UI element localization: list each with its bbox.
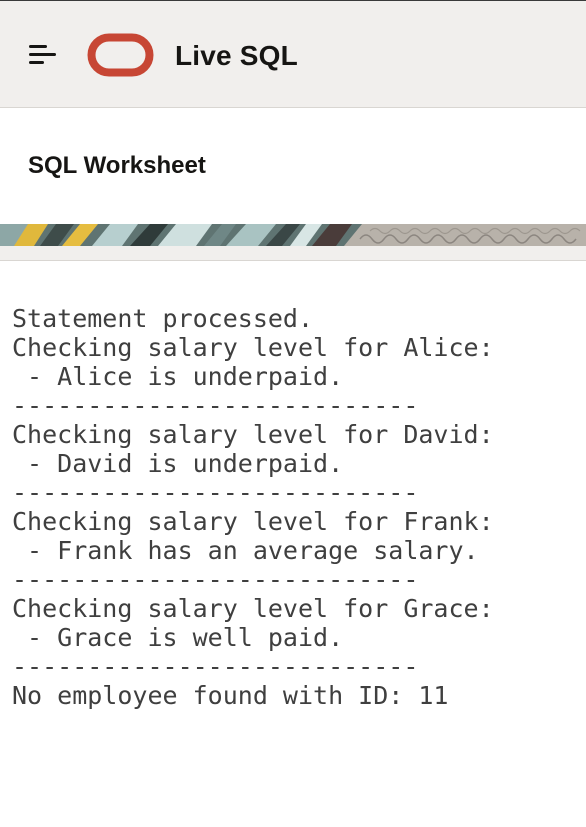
app-header: Live SQL: [0, 1, 586, 108]
output-line: Checking salary level for Frank:: [12, 507, 494, 536]
output-line: Checking salary level for David:: [12, 420, 494, 449]
output-line: Checking salary level for Grace:: [12, 594, 494, 623]
output-line: - Alice is underpaid.: [12, 362, 344, 391]
output-line: - Frank has an average salary.: [12, 536, 479, 565]
output-line: No employee found with ID: 11: [12, 681, 449, 710]
page-title: SQL Worksheet: [28, 152, 206, 179]
output-line: ---------------------------: [12, 652, 419, 681]
menu-icon-bar-middle: [29, 53, 56, 56]
output-line: - David is underpaid.: [12, 449, 344, 478]
output-line: - Grace is well paid.: [12, 623, 344, 652]
panel-separator: [0, 246, 586, 261]
banner-pattern-graphic: [0, 224, 586, 246]
hamburger-menu-icon[interactable]: [22, 35, 66, 75]
output-line: ---------------------------: [12, 478, 419, 507]
oracle-logo-icon[interactable]: [87, 33, 154, 77]
output-text: Statement processed. Checking salary lev…: [12, 304, 494, 710]
app-title: Live SQL: [175, 40, 298, 71]
menu-icon-bar-top: [29, 45, 47, 48]
output-panel: Statement processed. Checking salary lev…: [0, 261, 586, 827]
output-line: ---------------------------: [12, 391, 419, 420]
output-line: Checking salary level for Alice:: [12, 333, 494, 362]
output-line: ---------------------------: [12, 565, 419, 594]
menu-icon-bar-bottom: [29, 61, 44, 64]
worksheet-header: SQL Worksheet: [0, 108, 586, 224]
output-line: Statement processed.: [12, 304, 314, 333]
decorative-banner-strip: [0, 224, 586, 246]
